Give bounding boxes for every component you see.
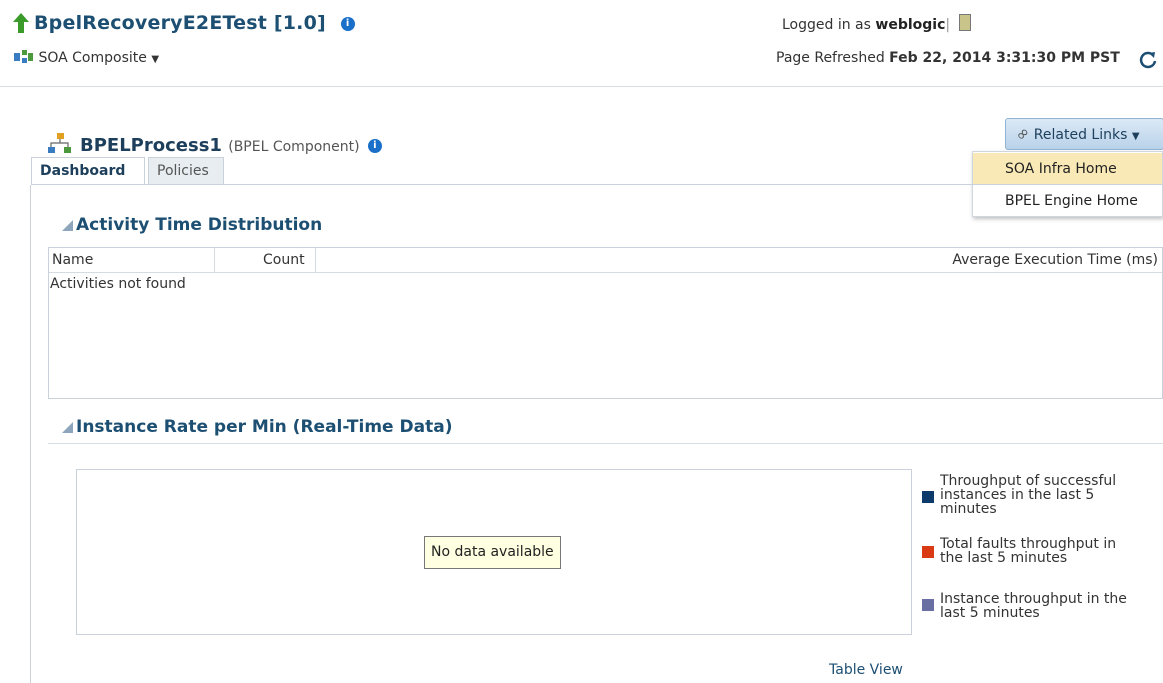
- column-header-avg-exec-time[interactable]: Average Execution Time (ms): [952, 248, 1158, 273]
- composite-icon: [14, 50, 33, 63]
- page-title: BpelRecoveryE2ETest [1.0] i: [34, 12, 355, 34]
- legend-swatch-faults: [922, 546, 934, 558]
- content-border: [30, 185, 31, 683]
- composite-title: BpelRecoveryE2ETest [1.0]: [34, 12, 326, 34]
- table-header-row: Name Count Average Execution Time (ms): [49, 248, 1162, 273]
- activity-section-title: Activity Time Distribution: [76, 215, 323, 235]
- component-name: BPELProcess1: [80, 135, 222, 156]
- refreshed-label: Page Refreshed: [776, 50, 885, 66]
- header-divider: [0, 86, 1163, 87]
- refresh-icon[interactable]: [1138, 50, 1158, 70]
- activity-table: Name Count Average Execution Time (ms) A…: [48, 247, 1163, 399]
- legend-swatch-successful: [922, 491, 934, 503]
- logged-in-label: Logged in as: [782, 17, 871, 33]
- related-links-label: Related Links: [1033, 127, 1128, 143]
- chevron-down-icon: ▼: [151, 54, 160, 65]
- tab-dashboard[interactable]: Dashboard: [31, 157, 145, 185]
- legend-label-instance: Instance throughput in the last 5 minute…: [940, 591, 1127, 621]
- column-header-name[interactable]: Name: [52, 248, 93, 273]
- username: weblogic: [875, 17, 946, 33]
- tab-divider: [31, 184, 1163, 185]
- soa-composite-label: SOA Composite: [38, 50, 147, 66]
- empty-table-message: Activities not found: [50, 276, 186, 292]
- legend-swatch-instance: [922, 599, 934, 611]
- info-icon[interactable]: i: [340, 16, 355, 31]
- bpel-process-icon: [48, 133, 71, 153]
- soa-composite-menu[interactable]: SOA Composite ▼: [14, 50, 159, 66]
- related-links-button[interactable]: ∞ Related Links ▼: [1005, 118, 1163, 150]
- refreshed-time: Feb 22, 2014 3:31:30 PM PST: [889, 50, 1120, 66]
- column-separator: [214, 248, 215, 273]
- instance-rate-section-title: Instance Rate per Min (Real-Time Data): [76, 417, 453, 437]
- column-header-count[interactable]: Count: [263, 248, 305, 273]
- login-info: Logged in as weblogic|: [782, 14, 971, 33]
- table-view-link[interactable]: Table View: [829, 662, 903, 678]
- component-title: BPELProcess1 (BPEL Component) i: [80, 135, 382, 156]
- component-type: (BPEL Component): [228, 139, 360, 155]
- document-icon[interactable]: [958, 14, 971, 31]
- instance-rate-section-header[interactable]: Instance Rate per Min (Real-Time Data): [62, 417, 452, 437]
- column-separator: [315, 248, 316, 273]
- up-arrow-icon[interactable]: [13, 13, 29, 33]
- collapse-icon[interactable]: [62, 422, 73, 433]
- no-data-tooltip: No data available: [424, 536, 561, 569]
- tab-policies[interactable]: Policies: [148, 157, 224, 185]
- menu-item-soa-infra-home[interactable]: SOA Infra Home: [973, 153, 1162, 185]
- section-divider: [48, 443, 1163, 444]
- chevron-down-icon: ▼: [1131, 131, 1140, 142]
- info-icon[interactable]: i: [367, 139, 382, 153]
- menu-item-bpel-engine-home[interactable]: BPEL Engine Home: [973, 185, 1162, 217]
- page-refreshed: Page Refreshed Feb 22, 2014 3:31:30 PM P…: [776, 50, 1120, 66]
- legend-label-faults: Total faults throughput in the last 5 mi…: [940, 536, 1117, 566]
- collapse-icon[interactable]: [62, 220, 73, 231]
- activity-section-header[interactable]: Activity Time Distribution: [62, 215, 322, 235]
- legend-label-successful: Throughput of successful instances in th…: [940, 473, 1117, 517]
